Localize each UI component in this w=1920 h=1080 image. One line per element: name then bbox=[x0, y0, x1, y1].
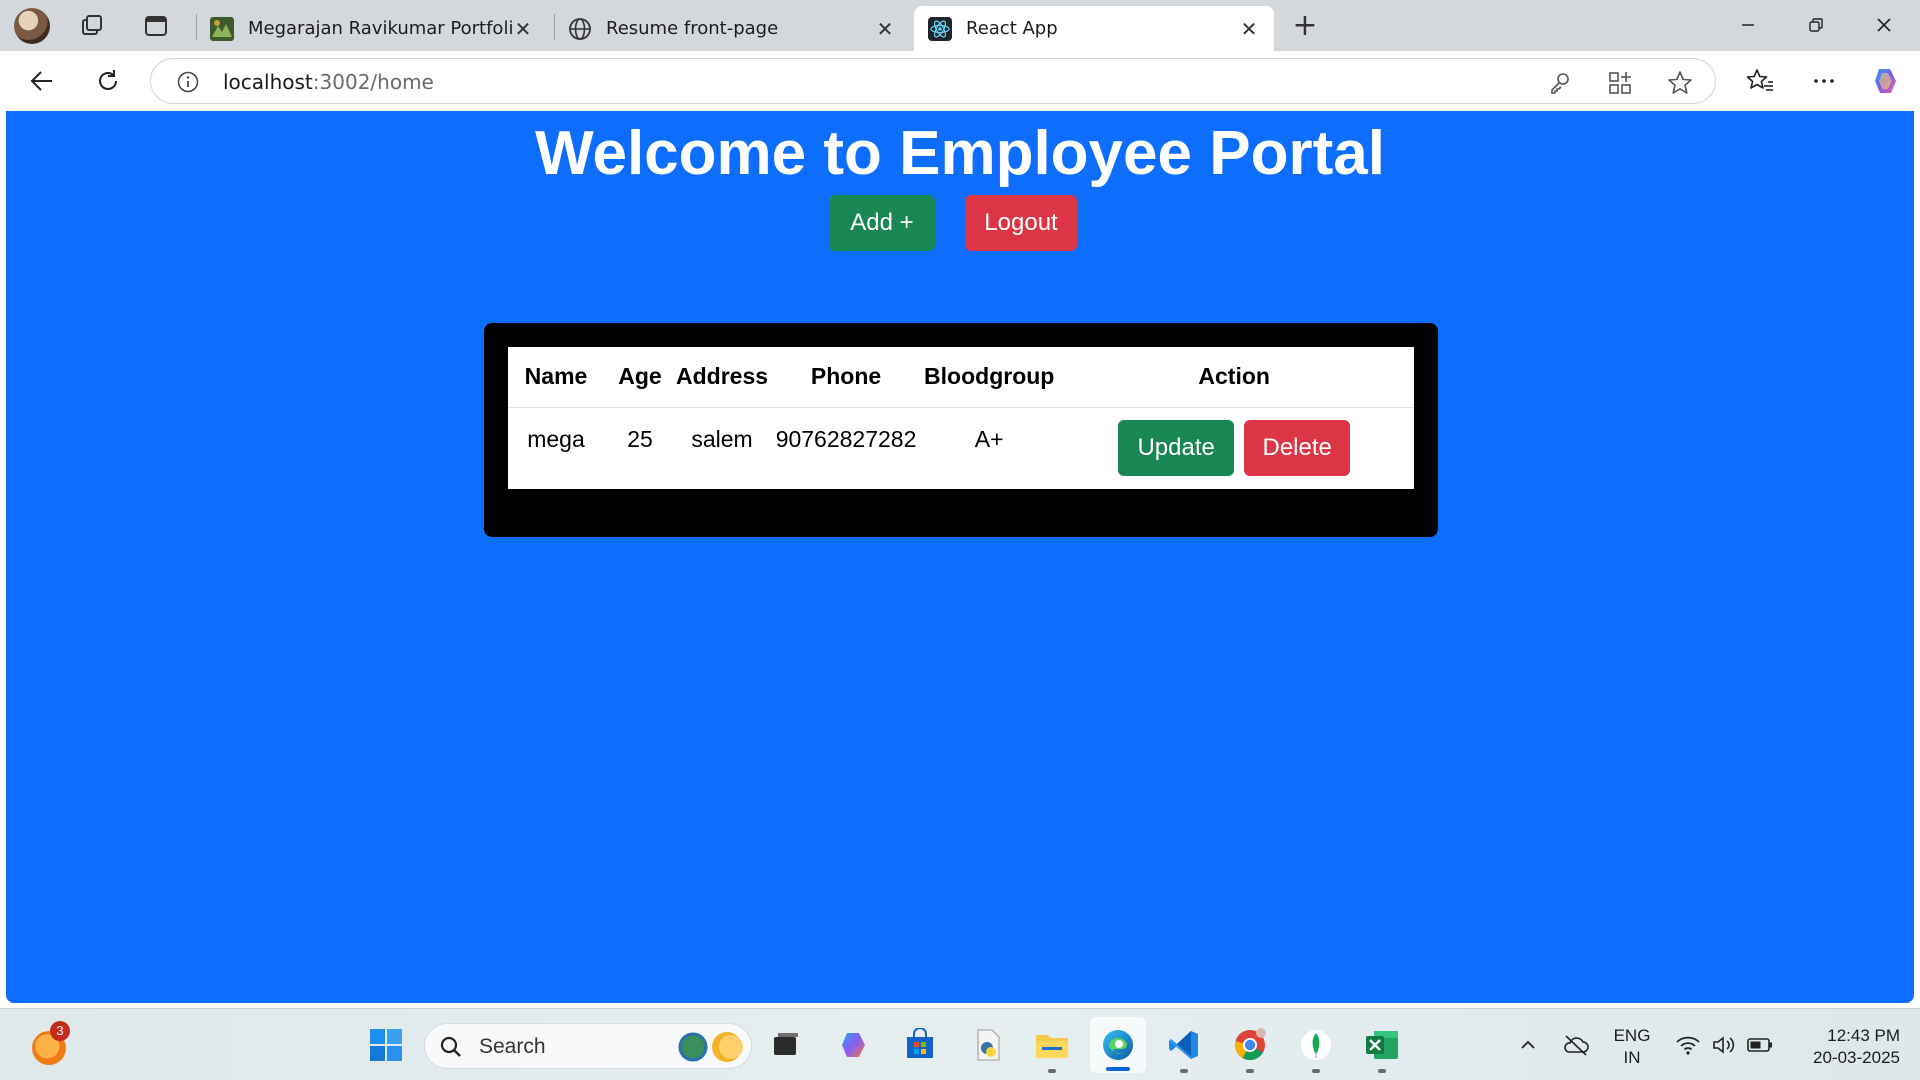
tab-title: Megarajan Ravikumar Portfolio bbox=[248, 18, 512, 39]
file-explorer-icon[interactable] bbox=[1032, 1025, 1072, 1073]
taskbar: 3 Search ENG IN 12:43 PM 20-03-2025 bbox=[0, 1008, 1920, 1080]
tab-title: Resume front-page bbox=[606, 18, 779, 39]
column-header-age: Age bbox=[604, 347, 676, 408]
tab-title: React App bbox=[966, 18, 1058, 39]
minimize-icon[interactable] bbox=[1728, 10, 1768, 40]
language-code: ENG bbox=[1613, 1026, 1651, 1045]
close-tab-icon[interactable]: ✕ bbox=[874, 17, 896, 41]
table-header-row: Name Age Address Phone Bloodgroup Action bbox=[508, 347, 1414, 408]
vertical-tabs-icon[interactable] bbox=[142, 12, 170, 40]
more-options-icon[interactable] bbox=[1808, 65, 1840, 97]
copilot-icon[interactable] bbox=[1870, 65, 1902, 97]
taskbar-search[interactable]: Search bbox=[424, 1023, 752, 1069]
back-arrow-icon[interactable] bbox=[26, 65, 58, 97]
edge-browser-icon[interactable] bbox=[1090, 1017, 1146, 1073]
workspaces-icon[interactable] bbox=[78, 12, 106, 40]
column-header-phone: Phone bbox=[768, 347, 925, 408]
close-window-icon[interactable] bbox=[1864, 10, 1904, 40]
search-highlight-icon bbox=[671, 1028, 747, 1066]
tab-resume[interactable]: Resume front-page ✕ bbox=[554, 6, 910, 51]
employee-table-wrapper: Name Age Address Phone Bloodgroup Action… bbox=[508, 347, 1414, 489]
favorite-star-icon[interactable] bbox=[1667, 70, 1693, 96]
search-placeholder: Search bbox=[479, 1035, 546, 1058]
site-info-icon[interactable] bbox=[177, 71, 199, 93]
clock-date: 20-03-2025 bbox=[1813, 1048, 1900, 1067]
restore-icon[interactable] bbox=[1796, 10, 1836, 40]
key-icon[interactable] bbox=[1547, 70, 1573, 96]
column-header-name: Name bbox=[508, 347, 604, 408]
search-icon bbox=[439, 1035, 463, 1059]
employee-table-card: Name Age Address Phone Bloodgroup Action… bbox=[484, 323, 1438, 537]
browser-toolbar: localhost:3002/home bbox=[0, 51, 1920, 111]
browser-tab-strip: Megarajan Ravikumar Portfolio ✕ Resume f… bbox=[0, 0, 1920, 51]
column-header-address: Address bbox=[676, 347, 769, 408]
notification-badge: 3 bbox=[50, 1021, 70, 1041]
volume-icon[interactable] bbox=[1704, 1025, 1744, 1065]
microsoft-store-icon[interactable] bbox=[900, 1025, 940, 1065]
delete-button[interactable]: Delete bbox=[1244, 419, 1351, 476]
profile-avatar[interactable] bbox=[14, 8, 50, 44]
add-employee-button[interactable]: Add + bbox=[829, 195, 935, 251]
cell-name: mega bbox=[527, 425, 585, 452]
mongodb-compass-icon[interactable] bbox=[1296, 1025, 1336, 1073]
chrome-icon[interactable] bbox=[1230, 1025, 1270, 1073]
cell-address: salem bbox=[691, 425, 753, 452]
clock-time: 12:43 PM bbox=[1827, 1026, 1900, 1045]
favorites-icon[interactable] bbox=[1744, 65, 1776, 97]
cell-bloodgroup: A+ bbox=[974, 425, 1004, 452]
cell-age: 25 bbox=[627, 425, 653, 452]
region-code: IN bbox=[1623, 1048, 1641, 1067]
copilot-app-icon[interactable] bbox=[834, 1025, 874, 1065]
column-header-action: Action bbox=[1054, 347, 1414, 408]
cell-phone: 90762827282 bbox=[775, 425, 917, 452]
start-windows-icon[interactable] bbox=[366, 1025, 406, 1065]
tab-portfolio[interactable]: Megarajan Ravikumar Portfolio ✕ bbox=[196, 6, 548, 51]
react-icon bbox=[928, 16, 952, 41]
cell-action: Update Delete bbox=[1054, 407, 1414, 489]
vscode-icon[interactable] bbox=[1164, 1025, 1204, 1073]
update-button[interactable]: Update bbox=[1118, 419, 1235, 476]
portfolio-image-icon bbox=[210, 16, 234, 41]
table-row: mega 25 salem 90762827282 A+ Update Delet… bbox=[508, 407, 1414, 489]
url-path: :3002/home bbox=[312, 70, 434, 94]
system-clock[interactable]: 12:43 PM 20-03-2025 bbox=[1790, 1025, 1900, 1069]
url-text[interactable]: localhost:3002/home bbox=[223, 70, 434, 94]
logout-button[interactable]: Logout bbox=[965, 195, 1077, 251]
refresh-icon[interactable] bbox=[92, 65, 124, 97]
python-file-icon[interactable] bbox=[968, 1025, 1008, 1065]
task-view-icon[interactable] bbox=[766, 1025, 806, 1065]
address-bar[interactable]: localhost:3002/home bbox=[150, 58, 1716, 104]
page-title: Welcome to Employee Portal bbox=[535, 119, 1385, 188]
url-host: localhost bbox=[223, 70, 313, 94]
header-actions: Add + Logout bbox=[6, 195, 1914, 251]
battery-icon[interactable] bbox=[1740, 1025, 1780, 1065]
apps-icon[interactable] bbox=[1607, 70, 1633, 96]
new-tab-button[interactable]: + bbox=[1290, 11, 1320, 42]
close-tab-icon[interactable]: ✕ bbox=[512, 17, 534, 41]
page-viewport: Welcome to Employee Portal Add + Logout … bbox=[6, 111, 1914, 1003]
globe-icon bbox=[568, 17, 592, 41]
column-header-bloodgroup: Bloodgroup bbox=[924, 347, 1055, 408]
language-indicator[interactable]: ENG IN bbox=[1612, 1025, 1652, 1069]
chevron-up-icon[interactable] bbox=[1508, 1025, 1548, 1065]
excel-icon[interactable] bbox=[1362, 1025, 1402, 1073]
cloud-offline-icon[interactable] bbox=[1556, 1025, 1596, 1065]
employee-table: Name Age Address Phone Bloodgroup Action… bbox=[508, 347, 1414, 489]
tab-react-app[interactable]: React App ✕ bbox=[914, 6, 1274, 51]
close-tab-icon[interactable]: ✕ bbox=[1238, 17, 1260, 41]
wifi-icon[interactable] bbox=[1668, 1025, 1708, 1065]
